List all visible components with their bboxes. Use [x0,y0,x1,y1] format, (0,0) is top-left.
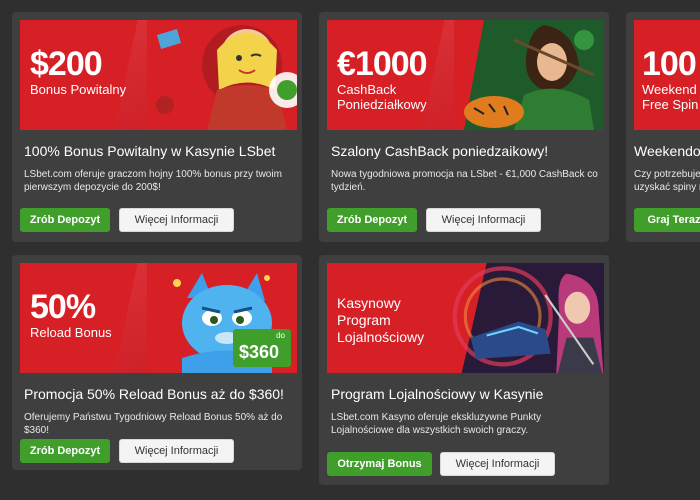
bonus-amount: 100 [642,45,697,83]
promo-title: Program Lojalnościowy w Kasynie [331,386,544,402]
promo-title: Promocja 50% Reload Bonus aż do $360! [24,386,284,402]
bonus-subtitle: Kasynowy Program Lojalnościowy [337,295,425,345]
more-info-button[interactable]: Więcej Informacji [426,208,541,232]
bonus-subtitle: CashBack Poniedziałkowy [337,82,427,112]
badge-value: $360 [239,342,280,362]
deposit-button[interactable]: Zrób Depozyt [20,208,110,232]
promo-title: 100% Bonus Powitalny w Kasynie LSbet [24,143,276,159]
promo-title: Szalony CashBack poniedzaikowy! [331,143,549,159]
deposit-button[interactable]: Zrób Depozyt [20,439,110,463]
bonus-amount: 50% [30,288,96,326]
promo-description: Czy potrzebuje uzyskać spiny n [634,169,700,193]
promo-card-cashback: €1000 CashBack Poniedziałkowy Szalony Ca… [319,12,609,242]
promo-banner-loyalty[interactable]: Kasynowy Program Lojalnościowy [327,263,604,373]
promo-card-loyalty: Kasynowy Program Lojalnościowy Program L… [319,255,609,485]
more-info-button[interactable]: Więcej Informacji [440,452,555,476]
promo-card-free-spins: 100 Weekend Free Spin Weekendow Czy potr… [626,12,700,242]
badge-prefix: do [276,331,285,340]
promo-description: Nowa tygodniowa promocja na LSbet - €1,0… [331,169,598,193]
promo-banner-welcome[interactable]: $200 Bonus Powitalny [20,20,297,130]
red-riding-hood-character-image [147,20,297,130]
promo-card-welcome-bonus: $200 Bonus Powitalny 100% Bonus Powitaln… [12,12,302,242]
promo-description: LSbet.com Kasyno oferuje ekskluzywne Pun… [331,412,542,436]
play-now-button[interactable]: Graj Teraz [634,208,700,232]
bonus-subtitle: Weekend Free Spin [642,82,699,112]
promo-description: Oferujemy Państwu Tygodniowy Reload Bonu… [24,412,283,436]
bonus-subtitle: Bonus Powitalny [30,82,127,97]
cyber-racer-character-image [444,263,604,373]
promo-card-reload-bonus: 50% Reload Bonus do $360 Promocja 50% Re… [12,255,302,470]
bonus-amount: €1000 [337,45,428,83]
promo-title: Weekendow [634,143,700,159]
promo-description: LSbet.com oferuje graczom hojny 100% bon… [24,169,282,193]
promo-banner-reload[interactable]: 50% Reload Bonus do $360 [20,263,297,373]
max-bonus-badge: do $360 [233,329,291,367]
bonus-subtitle: Reload Bonus [30,325,112,340]
more-info-button[interactable]: Więcej Informacji [119,208,234,232]
promo-banner-cashback[interactable]: €1000 CashBack Poniedziałkowy [327,20,604,130]
jungle-warrior-character-image [454,20,604,130]
deposit-button[interactable]: Zrób Depozyt [327,208,417,232]
more-info-button[interactable]: Więcej Informacji [119,439,234,463]
get-bonus-button[interactable]: Otrzymaj Bonus [327,452,432,476]
promo-banner-free-spins[interactable]: 100 Weekend Free Spin [634,20,700,130]
bonus-amount: $200 [30,45,103,83]
